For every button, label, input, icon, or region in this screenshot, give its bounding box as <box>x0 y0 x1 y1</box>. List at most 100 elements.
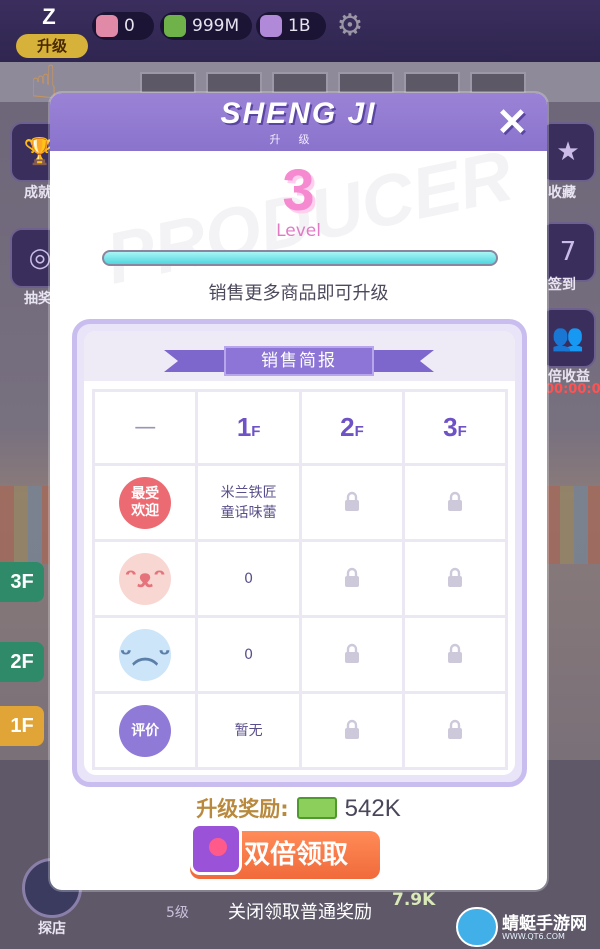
table-row-most-popular: 最受欢迎 米兰铁匠童话味蕾 <box>95 466 505 539</box>
floor-1-value: 0 <box>198 542 299 615</box>
level-progress-bar <box>102 250 498 266</box>
visit-store-label: 探店 <box>38 921 66 937</box>
dialog-subtitle: 升级 <box>269 133 328 146</box>
site-watermark: 蜻蜓手游网 WWW.QT6.COM <box>450 905 600 949</box>
table-header-row: — 1F 2F 3F <box>95 392 505 463</box>
double-income-timer: 00:00:00 <box>545 382 600 397</box>
favorites-label: 收藏 <box>548 185 576 201</box>
video-ad-tv-icon <box>190 823 242 875</box>
row-badge-cell: ᵔᴥᵔ <box>95 542 196 615</box>
row-badge-cell: ᵕ︵ᵕ <box>95 618 196 691</box>
table-corner: — <box>95 392 196 463</box>
gems-counter: 1B <box>256 12 326 40</box>
report-ribbon: 销售简报 <box>164 346 434 376</box>
floor-1-value: 暂无 <box>198 694 299 767</box>
sad-bunny-icon: ᵕ︵ᵕ <box>119 628 172 681</box>
reward-label: 升级奖励: <box>196 797 289 821</box>
storefront-window <box>272 72 328 94</box>
lock-icon <box>444 718 466 740</box>
site-watermark-title: 蜻蜓手游网 <box>502 914 587 934</box>
row-badge-cell: 评价 <box>95 694 196 767</box>
storefront-window <box>140 72 196 94</box>
likes-value: 0 <box>124 16 135 36</box>
row-badge-cell: 最受欢迎 <box>95 466 196 539</box>
sales-report-panel: 销售简报 — 1F 2F 3F 最受欢迎 米兰铁匠童话味蕾 ᵔᴥᵔ 0 ᵕ︵ᵕ … <box>72 319 527 787</box>
corner-dash: — <box>134 415 157 440</box>
lock-icon <box>341 718 363 740</box>
floor-number: 2 <box>340 412 355 442</box>
floor-3-value <box>404 466 505 539</box>
floor-3-value <box>404 542 505 615</box>
floor-suffix: F <box>251 423 261 440</box>
floor-number: 1 <box>236 412 252 442</box>
rating-badge: 评价 <box>119 704 172 757</box>
floor-suffix: F <box>354 423 364 440</box>
best-seller-name: 米兰铁匠童话味蕾 <box>220 484 277 521</box>
storefront-window <box>404 72 460 94</box>
close-claim-normal-link[interactable]: 关闭领取普通奖励 <box>210 898 390 924</box>
sad-count: 0 <box>244 647 254 663</box>
table-row-rating: 评价 暂无 <box>95 694 505 767</box>
floor-1-value: 米兰铁匠童话味蕾 <box>198 466 299 539</box>
floor-1-header: 1F <box>237 412 261 442</box>
reward-value: 542K <box>344 795 401 822</box>
upgrade-reward: 升级奖励: 542K <box>50 793 547 829</box>
floor-2-value <box>301 694 402 767</box>
happy-count: 0 <box>244 571 254 587</box>
gem-card-icon <box>260 15 282 37</box>
floor-1f-tag[interactable]: 1F <box>0 706 44 746</box>
lock-icon <box>444 566 466 588</box>
likes-counter: 0 <box>92 12 154 40</box>
settings-gear-icon[interactable]: ⚙ <box>334 10 366 42</box>
sales-report-inner: 销售简报 — 1F 2F 3F 最受欢迎 米兰铁匠童话味蕾 ᵔᴥᵔ 0 ᵕ︵ᵕ … <box>84 331 515 775</box>
sales-table: — 1F 2F 3F 最受欢迎 米兰铁匠童话味蕾 ᵔᴥᵔ 0 ᵕ︵ᵕ 0 评价 … <box>92 389 508 770</box>
storefront-window <box>338 72 394 94</box>
shop-level-label: 5级 <box>166 905 189 921</box>
floor-3-value <box>404 694 505 767</box>
gems-value: 1B <box>288 16 311 36</box>
cash-icon <box>164 15 186 37</box>
floor-2-value <box>301 542 402 615</box>
achievements-label: 成就 <box>24 185 52 201</box>
storefront-window <box>206 72 262 94</box>
floor-number: 3 <box>443 412 458 442</box>
floor-header: 1F <box>198 392 299 463</box>
ribbon-tail-right <box>364 350 434 372</box>
floor-3-header: 3F <box>443 412 467 442</box>
lock-icon <box>444 642 466 664</box>
upgrade-hint: 销售更多商品即可升级 <box>208 283 389 304</box>
floor-header: 2F <box>301 392 402 463</box>
dragonfly-logo-icon <box>456 907 498 947</box>
player-level-letter: Z <box>42 4 56 29</box>
hud: Z 升级 0 999M 1B ⚙ <box>0 0 600 58</box>
floor-suffix: F <box>457 423 467 440</box>
most-popular-badge: 最受欢迎 <box>119 476 172 529</box>
thumbs-up-icon <box>96 15 118 37</box>
lock-icon <box>341 566 363 588</box>
floor-2-value <box>301 618 402 691</box>
storefront-window <box>470 72 526 94</box>
lock-icon <box>341 490 363 512</box>
lock-icon <box>444 490 466 512</box>
dialog-header: SHENG JI 升级 ✕ <box>50 93 547 151</box>
level-progress-fill <box>104 252 496 264</box>
cash-counter: 999M <box>160 12 252 40</box>
lottery-label: 抽奖 <box>24 291 52 307</box>
table-row-happy: ᵔᴥᵔ 0 <box>95 542 505 615</box>
double-income-button[interactable]: 👥 <box>540 308 596 368</box>
floor-2-header: 2F <box>340 412 364 442</box>
checkin-label: 签到 <box>548 277 576 293</box>
checkin-button[interactable]: 7 <box>540 222 596 282</box>
site-watermark-url: WWW.QT6.COM <box>502 932 565 941</box>
floor-header: 3F <box>404 392 505 463</box>
floor-2f-tag[interactable]: 2F <box>0 642 44 682</box>
close-x-button[interactable]: ✕ <box>491 103 533 143</box>
rating-value: 暂无 <box>234 723 263 739</box>
floor-2-value <box>301 466 402 539</box>
floor-3f-tag[interactable]: 3F <box>0 562 44 602</box>
floor-3-value <box>404 618 505 691</box>
report-title: 销售简报 <box>224 346 374 376</box>
level-number: 3 <box>282 158 315 223</box>
upgrade-dialog: PRODUCER SHENG JI 升级 ✕ 3 Level 销售更多商品即可升… <box>50 93 547 890</box>
favorites-button[interactable]: ★ <box>540 122 596 182</box>
